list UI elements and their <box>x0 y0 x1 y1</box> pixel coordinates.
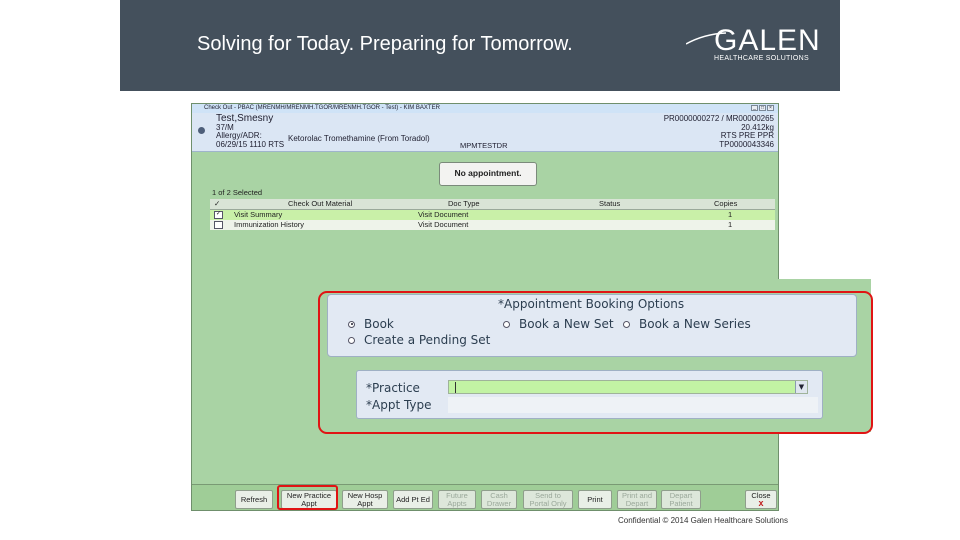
header-doc-type[interactable]: Doc Type <box>448 199 480 209</box>
row-checkbox[interactable]: ✓ <box>214 211 223 220</box>
logo-subtitle: HEALTHCARE SOLUTIONS <box>714 55 809 62</box>
header-check[interactable]: ✓ <box>214 199 220 209</box>
maximize-button[interactable]: □ <box>759 105 766 111</box>
table-row[interactable]: Immunization History Visit Document 1 <box>210 220 775 230</box>
row-copies: 1 <box>728 220 733 229</box>
new-hosp-appt-button[interactable]: New Hosp Appt <box>342 490 388 509</box>
visit-date: 06/29/15 1110 RTS <box>216 139 285 149</box>
header-status[interactable]: Status <box>599 199 620 209</box>
patient-header: Test,Smesny 37/M Allergy/ADR: 06/29/15 1… <box>192 113 778 152</box>
window-title: Check Out - PBAC (MRENMH/MRENMH.TGOR/MRE… <box>204 105 440 111</box>
row-copies: 1 <box>728 210 733 219</box>
allergy-value: Ketorolac Tromethamine (From Toradol) <box>288 134 430 143</box>
logo-wordmark: GALEN <box>714 24 821 57</box>
row-material: Visit Summary <box>234 210 283 219</box>
galen-logo: GALEN HEALTHCARE SOLUTIONS <box>686 24 820 64</box>
cash-drawer-button[interactable]: Cash Drawer <box>481 490 517 509</box>
confidential-footer: Confidential © 2014 Galen Healthcare Sol… <box>618 516 788 525</box>
add-pt-ed-button[interactable]: Add Pt Ed <box>393 490 433 509</box>
print-and-depart-button[interactable]: Print and Depart <box>617 490 657 509</box>
checkout-material-grid: ✓ Check Out Material Doc Type Status Cop… <box>210 199 775 230</box>
future-appts-button[interactable]: Future Appts <box>438 490 476 509</box>
tagline: Solving for Today. Preparing for Tomorro… <box>197 33 573 55</box>
close-button[interactable]: Close x <box>745 490 777 509</box>
grid-header: ✓ Check Out Material Doc Type Status Cop… <box>210 199 775 210</box>
row-doc-type: Visit Document <box>418 220 469 229</box>
patient-icon <box>198 127 205 134</box>
table-row[interactable]: ✓ Visit Summary Visit Document 1 <box>210 210 775 220</box>
header-banner: Solving for Today. Preparing for Tomorro… <box>120 0 840 91</box>
depart-patient-button[interactable]: Depart Patient <box>661 490 701 509</box>
encounter-number: TP0000043346 <box>719 139 774 149</box>
header-copies[interactable]: Copies <box>714 199 737 209</box>
print-button[interactable]: Print <box>578 490 612 509</box>
close-x-icon: x <box>758 497 764 508</box>
row-checkbox[interactable] <box>214 221 223 230</box>
highlight-booking-options <box>318 291 873 434</box>
close-window-button[interactable]: × <box>767 105 774 111</box>
selection-count: 1 of 2 Selected <box>212 188 263 197</box>
minimize-button[interactable]: _ <box>751 105 758 111</box>
no-appointment-button[interactable]: No appointment. <box>439 162 537 186</box>
row-material: Immunization History <box>234 220 305 229</box>
provider: MPMTESTDR <box>460 141 508 150</box>
window-titlebar: Check Out - PBAC (MRENMH/MRENMH.TGOR/MRE… <box>192 104 778 113</box>
row-doc-type: Visit Document <box>418 210 469 219</box>
highlight-new-practice-appt <box>277 485 338 510</box>
header-material[interactable]: Check Out Material <box>288 199 352 209</box>
send-to-portal-button[interactable]: Send to Portal Only <box>523 490 573 509</box>
refresh-button[interactable]: Refresh <box>235 490 273 509</box>
